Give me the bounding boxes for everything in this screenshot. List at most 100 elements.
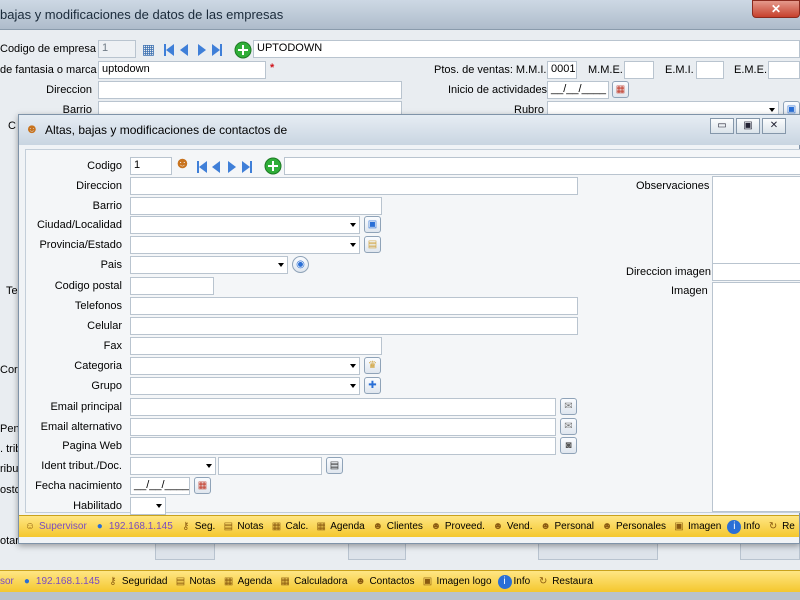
- eme-input[interactable]: [768, 61, 800, 79]
- status-item-contactos[interactable]: ☻ Contactos: [353, 575, 414, 589]
- globe-icon[interactable]: ◉: [292, 256, 309, 273]
- web-input[interactable]: [130, 437, 556, 455]
- last-record-icon[interactable]: [242, 161, 252, 173]
- status-item-seg-[interactable]: ⚷ Seg.: [179, 520, 215, 534]
- status-item-restaura[interactable]: ↻ Restaura: [536, 575, 593, 589]
- status-item-seguridad[interactable]: ⚷ Seguridad: [106, 575, 167, 589]
- empresa-name-input[interactable]: UPTODOWN: [253, 40, 800, 58]
- main-direccion-input[interactable]: [98, 81, 402, 99]
- status-item-label: Clientes: [386, 521, 423, 532]
- email1-send-icon[interactable]: ✉: [560, 398, 577, 415]
- status-item-personales[interactable]: ☻ Personales: [600, 520, 666, 534]
- dir-imagen-input[interactable]: [712, 263, 800, 281]
- next-record-icon[interactable]: [228, 161, 236, 173]
- emi-input[interactable]: [696, 61, 724, 79]
- previous-record-icon[interactable]: [180, 44, 188, 56]
- nacimiento-input[interactable]: __/__/____: [130, 477, 190, 495]
- status-item-label: Supervisor: [39, 521, 87, 532]
- close-button[interactable]: ✕: [762, 118, 786, 134]
- first-record-icon[interactable]: [197, 161, 207, 173]
- status-item-imagen-logo[interactable]: ▣ Imagen logo: [420, 575, 492, 589]
- status-item-label: Re: [782, 521, 795, 532]
- ciudad-select[interactable]: [130, 216, 360, 234]
- provincia-select[interactable]: [130, 236, 360, 254]
- status-item-calculadora[interactable]: ▦ Calculadora: [278, 575, 347, 589]
- main-codigo-label: Codigo de empresa: [0, 43, 97, 55]
- status-item-notas[interactable]: ▤ Notas: [173, 575, 216, 589]
- web-open-icon[interactable]: ◙: [560, 437, 577, 454]
- main-close-button[interactable]: ✕: [752, 0, 800, 18]
- direccion-input[interactable]: [130, 177, 578, 195]
- email2-send-icon[interactable]: ✉: [560, 418, 577, 435]
- mme-input[interactable]: [624, 61, 654, 79]
- city-list-icon[interactable]: ▣: [364, 216, 381, 233]
- last-record-icon[interactable]: [212, 44, 222, 56]
- main-bottom-border: [0, 592, 800, 600]
- province-map-icon[interactable]: ▤: [364, 236, 381, 253]
- add-record-icon[interactable]: [234, 41, 252, 59]
- email2-input[interactable]: [130, 418, 556, 436]
- status-item-vend-[interactable]: ☻ Vend.: [491, 520, 533, 534]
- fax-input[interactable]: [130, 337, 382, 355]
- maximize-button[interactable]: ▣: [736, 118, 760, 134]
- status-item-calc-[interactable]: ▦ Calc.: [269, 520, 309, 534]
- categoria-select[interactable]: [130, 357, 360, 375]
- info-icon: i: [497, 574, 512, 589]
- status-item-agenda[interactable]: ▦ Agenda: [222, 575, 272, 589]
- status-item-imagen[interactable]: ▣ Imagen: [672, 520, 721, 534]
- telefonos-input[interactable]: [130, 297, 578, 315]
- calendar-icon[interactable]: ▦: [194, 477, 211, 494]
- ptos-mmi-input[interactable]: 0001: [547, 61, 577, 79]
- status-item-label: Notas: [189, 576, 216, 587]
- inicio-input[interactable]: __/__/____: [547, 81, 609, 99]
- contacts-title-bar: ☻ Altas, bajas y modificaciones de conta…: [19, 115, 800, 145]
- grid-icon[interactable]: ▦: [140, 41, 157, 58]
- grupo-select[interactable]: [130, 377, 360, 395]
- cp-input[interactable]: [130, 277, 214, 295]
- eme-label: E.M.E.: [734, 64, 768, 76]
- status-item-sor[interactable]: sor: [0, 576, 14, 587]
- status-item-192-168-1-145[interactable]: ● 192.168.1.145: [93, 520, 173, 534]
- required-mark: *: [270, 62, 275, 74]
- email1-input[interactable]: [130, 398, 556, 416]
- ident-number-input[interactable]: [218, 457, 322, 475]
- status-item-personal[interactable]: ☻ Personal: [539, 520, 594, 534]
- contacts-window-title: Altas, bajas y modificaciones de contact…: [45, 123, 288, 137]
- contact-name-input[interactable]: [284, 157, 800, 175]
- next-record-icon[interactable]: [198, 44, 206, 56]
- status-item-proveed-[interactable]: ☻ Proveed.: [429, 520, 485, 534]
- fantasia-input[interactable]: uptodown: [98, 61, 266, 79]
- status-item-notas[interactable]: ▤ Notas: [221, 520, 264, 534]
- status-item-supervisor[interactable]: ☺ Supervisor: [23, 520, 87, 534]
- category-crown-icon[interactable]: ♛: [364, 357, 381, 374]
- minimize-button[interactable]: ▭: [710, 118, 734, 134]
- status-item-label: Personal: [554, 521, 594, 532]
- main-codigo-input[interactable]: 1: [98, 40, 136, 58]
- add-contact-icon[interactable]: [264, 157, 282, 175]
- ident-label: Ident tribut./Doc.: [41, 460, 122, 472]
- status-item-re[interactable]: ↻ Re: [766, 520, 795, 534]
- calendar-icon[interactable]: ▦: [612, 81, 629, 98]
- group-icon[interactable]: ✚: [364, 377, 381, 394]
- habilitado-select[interactable]: [130, 497, 166, 515]
- status-item-label: Personales: [615, 521, 667, 532]
- codigo-input[interactable]: 1: [130, 157, 172, 175]
- celular-input[interactable]: [130, 317, 578, 335]
- status-item-agenda[interactable]: ▦ Agenda: [314, 520, 365, 534]
- ident-type-select[interactable]: [130, 457, 216, 475]
- observaciones-textarea[interactable]: [712, 176, 800, 264]
- status-item-192-168-1-145[interactable]: ● 192.168.1.145: [20, 575, 100, 589]
- barrio-input[interactable]: [130, 197, 382, 215]
- imagen-box[interactable]: [712, 282, 800, 512]
- status-item-label: Contactos: [369, 576, 415, 587]
- ident-verify-icon[interactable]: ▤: [326, 457, 343, 474]
- pais-select[interactable]: [130, 256, 288, 274]
- first-record-icon[interactable]: [164, 44, 174, 56]
- main-edge-fragment: C: [8, 120, 16, 132]
- status-item-label: Agenda: [237, 576, 273, 587]
- status-item-clientes[interactable]: ☻ Clientes: [371, 520, 423, 534]
- categoria-label: Categoria: [74, 360, 122, 372]
- status-item-info[interactable]: i Info: [497, 574, 530, 589]
- status-item-info[interactable]: i Info: [727, 519, 760, 534]
- previous-record-icon[interactable]: [212, 161, 220, 173]
